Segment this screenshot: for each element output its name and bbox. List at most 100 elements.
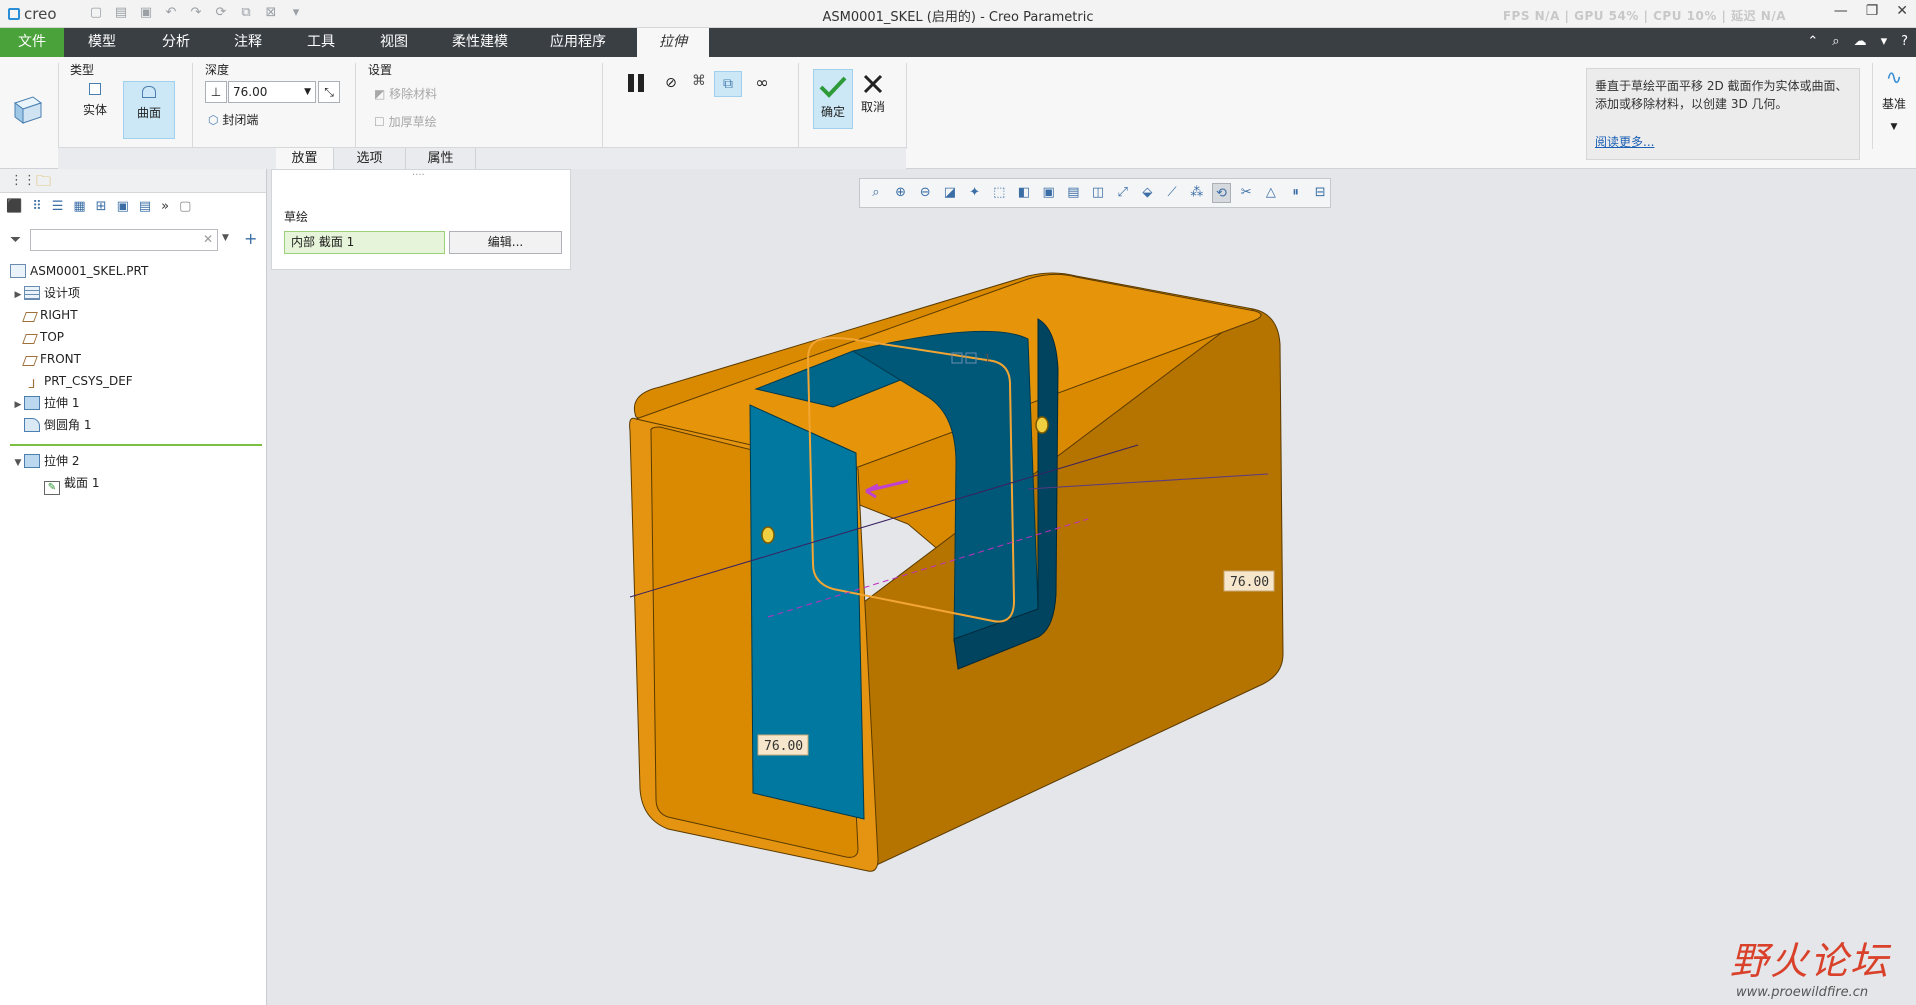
ok-button[interactable]: 确定 [813,69,853,129]
tree-columns-icon[interactable]: ☰ [52,199,64,221]
collapse-ribbon-icon[interactable]: ⌃ [1807,34,1818,49]
dimension-left-value[interactable]: 76.00 [764,739,803,754]
tab-applications[interactable]: 应用程序 [540,28,616,57]
minimize-icon[interactable]: — [1834,3,1848,19]
tab-view[interactable]: 视图 [366,28,422,57]
tab-extrude[interactable]: 拉伸 [637,28,709,57]
graphics-area[interactable]: 1 76.00 76.00 [268,169,1916,1005]
depth-option-icon[interactable]: ⊥ [205,81,227,103]
tree-item-right-plane[interactable]: RIGHT [22,305,78,325]
restore-icon[interactable]: ❐ [1866,3,1879,19]
zoom-out-icon[interactable]: ⊖ [915,183,935,203]
model-tree-tab-icon[interactable]: ⋮⋮ [10,173,36,188]
sketch-label: 草绘 [284,210,309,224]
search-icon[interactable]: ⌕ [1832,34,1839,49]
tree-item-top-plane[interactable]: TOP [22,327,64,347]
tree-show-icon[interactable]: ▣ [117,199,129,221]
flip-direction-icon[interactable]: ⤡ [318,81,340,103]
pause-icon[interactable] [624,71,650,97]
solid-button[interactable]: 实体 [70,79,120,135]
detached-preview-icon[interactable]: ⧉ [714,71,742,97]
community-icon[interactable]: ☁ [1854,34,1867,49]
depth-dropdown-icon[interactable]: ▼ [304,82,311,102]
refit-icon[interactable]: ⌕ [866,183,886,203]
datum-points-icon[interactable]: ⬙ [1138,183,1158,203]
help-icon[interactable]: ? [1901,34,1908,49]
display-style-icon[interactable]: ◧ [1014,183,1034,203]
tab-annotate[interactable]: 注释 [220,28,276,57]
tree-expand-icon[interactable]: ⠿ [32,199,42,221]
depth-drag-handle-left[interactable] [761,526,775,544]
add-column-icon[interactable]: + [244,229,257,248]
edit-sketch-button[interactable]: 编辑... [449,231,562,254]
sketch-collector[interactable]: 内部 截面 1 [284,231,445,254]
remove-material-button[interactable]: ◩ 移除材料 [374,85,437,103]
tree-item-section-1[interactable]: ✎ 截面 1 [44,473,99,495]
tree-filter-settings-icon[interactable]: ⊞ [96,199,107,221]
expand-arrow-icon[interactable]: ▶ [12,285,24,305]
spin-center-icon[interactable]: ⟲ [1211,183,1232,203]
tree-item-design-items[interactable]: ▶ 设计项 [12,283,80,303]
datum-button[interactable]: ∿ 基准 ▼ [1876,65,1912,132]
perspective-icon[interactable]: ▤ [1064,183,1084,203]
no-preview-icon[interactable]: ⊘ [662,75,680,93]
subtab-properties[interactable]: 属性 [406,148,476,170]
panel-grip-icon[interactable]: ···· [412,170,425,181]
cancel-button[interactable]: 取消 [856,73,890,129]
read-more-link[interactable]: 阅读更多... [1595,133,1654,151]
capped-ends-checkbox[interactable]: ⬡ 封闭端 [208,111,258,129]
tree-search-input[interactable]: ✕ [30,229,218,251]
tree-notes-icon[interactable]: ▢ [179,199,191,221]
sketch-view-icon[interactable]: ⊟ [1310,183,1330,203]
tab-analysis[interactable]: 分析 [148,28,204,57]
folder-browser-tab-icon[interactable]: 🗀 [36,171,51,196]
tree-root[interactable]: ASM0001_SKEL.PRT [10,261,148,281]
verify-mode-icon[interactable]: ∞ [748,73,776,95]
tab-tools[interactable]: 工具 [293,28,349,57]
zoom-in-icon[interactable]: ⊕ [891,183,911,203]
subtab-placement[interactable]: 放置 [276,148,334,170]
part-icon[interactable]: ⬛ [6,199,22,221]
more-icon[interactable]: » [161,199,169,221]
section-display-icon[interactable]: ✂ [1236,183,1256,203]
tree-item-round-1[interactable]: 倒圆角 1 [24,415,91,435]
feature-help-box: 垂直于草绘平面平移 2D 截面作为实体或曲面、添加或移除材料，以创建 3D 几何… [1586,68,1860,160]
datum-axes-icon[interactable]: ⤢ [1113,183,1133,203]
clear-search-icon[interactable]: ✕ [203,232,213,246]
tree-item-extrude-1[interactable]: ▶ 拉伸 1 [12,393,79,413]
depth-value-input[interactable]: 76.00 ▼ [228,81,316,103]
tree-item-front-plane[interactable]: FRONT [22,349,81,369]
view-manager-icon[interactable]: ▣ [1039,183,1059,203]
help-dropdown-icon[interactable]: ▾ [1881,34,1888,49]
datum-planes-icon[interactable]: ◫ [1088,183,1108,203]
close-icon[interactable]: ✕ [1896,3,1908,19]
search-options-dropdown-icon[interactable]: ▼ [222,233,229,243]
saved-views-icon[interactable]: ⬚ [989,183,1009,203]
depth-drag-handle-right[interactable] [1035,416,1049,434]
repaint-icon[interactable]: ◪ [940,183,960,203]
tree-item-csys[interactable]: ⅃ PRT_CSYS_DEF [24,371,133,391]
appearance-icon[interactable]: △ [1261,183,1281,203]
tree-item-extrude-2[interactable]: ▼ 拉伸 2 [12,451,79,471]
datum-plane-icon [22,356,38,366]
subtab-options[interactable]: 选项 [334,148,406,170]
dimension-right-value[interactable]: 76.00 [1230,575,1269,590]
thicken-sketch-checkbox[interactable]: ☐ 加厚草绘 [374,113,437,131]
annotation-display-icon[interactable]: ⁂ [1187,183,1207,203]
reorient-icon[interactable]: ✦ [965,183,985,203]
tree-settings-icon[interactable]: ▤ [139,199,151,221]
collapse-arrow-icon[interactable]: ▼ [12,453,24,473]
ribbon-tab-bar: 文件 模型 分析 注释 工具 视图 柔性建模 应用程序 拉伸 ⌃ ⌕ ☁ ▾ ? [0,28,1916,57]
tree-layers-icon[interactable]: ▦ [73,199,85,221]
filter-icon[interactable]: ⏷ [10,232,21,248]
tab-file[interactable]: 文件 [0,28,64,57]
expand-arrow-icon[interactable]: ▶ [12,395,24,415]
tab-flexible-modeling[interactable]: 柔性建模 [442,28,518,57]
attached-preview-icon[interactable]: ⌘ [688,73,710,95]
surface-button[interactable]: 曲面 [123,81,175,139]
insert-here-marker[interactable] [10,444,262,446]
pause-animation-icon[interactable]: ⏸ [1286,183,1306,203]
datum-dropdown-icon[interactable]: ▼ [1876,122,1912,132]
datum-csys-icon[interactable]: ⟋ [1162,183,1182,203]
tab-model[interactable]: 模型 [74,28,130,57]
